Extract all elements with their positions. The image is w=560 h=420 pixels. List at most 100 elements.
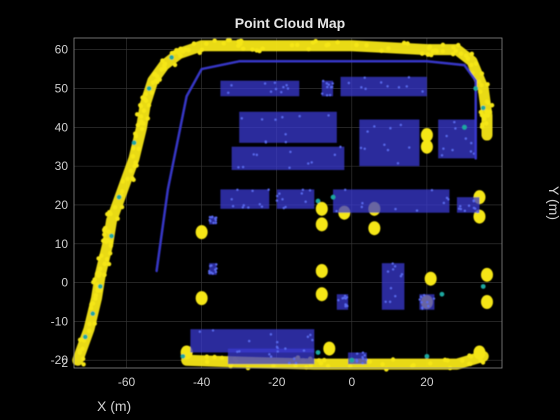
point xyxy=(405,41,410,46)
point xyxy=(421,90,424,93)
point xyxy=(407,76,411,79)
y-tick-label: 60 xyxy=(55,43,69,57)
point xyxy=(410,363,415,369)
point xyxy=(360,205,363,209)
point xyxy=(119,189,125,194)
point xyxy=(115,216,120,221)
point xyxy=(215,267,218,270)
point xyxy=(434,49,439,54)
point xyxy=(284,133,287,136)
point xyxy=(364,43,369,48)
point xyxy=(204,354,210,359)
point xyxy=(281,116,284,119)
point xyxy=(344,188,347,191)
point xyxy=(91,279,96,285)
point xyxy=(322,357,327,363)
point xyxy=(421,307,424,310)
point xyxy=(141,108,147,113)
point xyxy=(315,198,321,204)
point xyxy=(288,361,291,365)
point xyxy=(453,120,456,124)
point xyxy=(302,349,306,352)
point xyxy=(112,205,118,210)
point xyxy=(328,93,332,97)
structure-block xyxy=(239,111,337,143)
point xyxy=(442,147,445,150)
point xyxy=(90,311,96,317)
point xyxy=(135,122,141,128)
point xyxy=(108,251,113,256)
point xyxy=(162,66,167,71)
point xyxy=(93,296,98,301)
point xyxy=(462,124,467,130)
point xyxy=(280,90,283,94)
point xyxy=(146,103,152,108)
point xyxy=(211,329,215,332)
point xyxy=(274,87,278,91)
point xyxy=(450,51,456,57)
point xyxy=(427,44,433,49)
point xyxy=(304,365,309,370)
point xyxy=(269,355,273,358)
point xyxy=(480,360,486,365)
point xyxy=(311,338,314,342)
point xyxy=(396,162,400,165)
point xyxy=(241,206,245,209)
point xyxy=(131,140,137,146)
point-cluster xyxy=(315,263,328,278)
point xyxy=(361,351,365,354)
point xyxy=(198,330,202,333)
point xyxy=(289,42,295,48)
point xyxy=(134,112,140,117)
point xyxy=(473,207,477,210)
point xyxy=(306,46,311,52)
point xyxy=(473,86,479,91)
point xyxy=(315,350,321,355)
point xyxy=(335,39,340,45)
point xyxy=(252,153,255,156)
point xyxy=(408,146,411,149)
point xyxy=(485,82,490,87)
point xyxy=(339,145,342,149)
point-cluster xyxy=(195,225,208,240)
point xyxy=(212,354,217,360)
point xyxy=(327,114,330,117)
point xyxy=(116,194,122,200)
point xyxy=(388,300,392,304)
point xyxy=(420,301,423,304)
point xyxy=(459,205,462,208)
point xyxy=(354,42,359,48)
x-tick-label: -20 xyxy=(268,375,286,389)
point xyxy=(389,127,392,130)
y-tick-label: 30 xyxy=(55,159,69,173)
point xyxy=(140,95,145,100)
point xyxy=(295,42,300,48)
point xyxy=(346,304,349,308)
point xyxy=(240,46,246,51)
point xyxy=(289,150,292,154)
point xyxy=(208,271,211,275)
point xyxy=(479,124,485,129)
point xyxy=(430,188,434,192)
point xyxy=(239,38,244,44)
point xyxy=(361,361,364,365)
point xyxy=(379,48,384,54)
point xyxy=(337,298,340,302)
point xyxy=(87,321,92,327)
point xyxy=(440,42,446,47)
point-cluster xyxy=(473,345,486,360)
point xyxy=(363,147,366,151)
z-tick-label: 2 xyxy=(61,356,68,370)
point xyxy=(94,271,100,277)
point xyxy=(476,79,482,84)
point xyxy=(139,126,145,132)
point xyxy=(260,205,264,208)
point xyxy=(359,146,363,150)
point xyxy=(355,352,359,355)
point xyxy=(269,90,273,93)
point xyxy=(212,38,217,43)
point xyxy=(399,274,403,278)
point xyxy=(267,188,270,191)
point xyxy=(331,82,334,85)
point xyxy=(469,51,475,57)
